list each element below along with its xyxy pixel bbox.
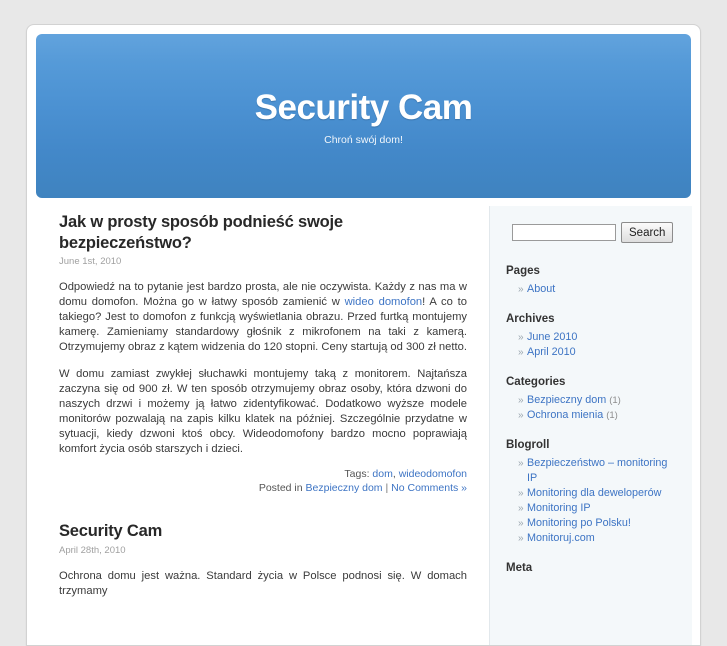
post-date: April 28th, 2010 [59, 544, 126, 556]
list-item: » June 2010 [518, 330, 678, 345]
post-title-link[interactable]: Jak w prosty sposób podnieść swoje bezpi… [59, 213, 343, 252]
widget-title: Meta [506, 562, 533, 574]
list-item: » Bezpieczeństwo – monitoring IP [518, 456, 678, 486]
category-count: (1) [609, 395, 621, 406]
search-input[interactable] [512, 224, 616, 241]
category-link[interactable]: Bezpieczny dom [306, 482, 383, 494]
post-paragraph: W domu zamiast zwykłej słuchawki montuje… [59, 367, 467, 457]
bullet-icon: » [518, 347, 524, 358]
blogroll-link-3[interactable]: Monitoring IP [527, 502, 591, 514]
sidebar-link-june-2010[interactable]: June 2010 [527, 331, 577, 343]
sidebar-link-ochrona-mienia[interactable]: Ochrona mienia [527, 409, 603, 421]
post-article: Security Cam April 28th, 2010 Ochrona do… [59, 521, 467, 599]
list-item: » Monitoring po Polsku! [518, 516, 678, 531]
sidebar-link-bezpieczny-dom[interactable]: Bezpieczny dom [527, 394, 606, 406]
search-button[interactable]: Search [621, 222, 674, 243]
widget-title: Archives [506, 313, 555, 325]
post-title-link[interactable]: Security Cam [59, 522, 162, 540]
widget-list: » About [506, 282, 678, 297]
bullet-icon: » [518, 395, 524, 406]
bullet-icon: » [518, 503, 524, 514]
list-item: » Monitoring dla deweloperów [518, 486, 678, 501]
post-posted-in-line: Posted in Bezpieczny dom | No Comments » [59, 481, 467, 495]
sidebar-widget-archives: Archives » June 2010 » April 2010 [506, 313, 678, 360]
widget-list: » June 2010 » April 2010 [506, 330, 678, 360]
sidebar-widget-categories: Categories » Bezpieczny dom (1) » Ochrona … [506, 376, 678, 423]
sidebar-widget-meta: Meta [506, 562, 678, 574]
content-column: Jak w prosty sposób podnieść swoje bezpi… [27, 206, 489, 645]
list-item: » Monitoruj.com [518, 531, 678, 546]
post-date: June 1st, 2010 [59, 256, 122, 268]
post-paragraph: Ochrona domu jest ważna. Standard życia … [59, 569, 467, 597]
sidebar-link-about[interactable]: About [527, 283, 555, 295]
site-description: Chroń swój dom! [324, 133, 403, 146]
post-title[interactable]: Security Cam [59, 521, 467, 542]
comments-link[interactable]: No Comments » [391, 482, 467, 494]
bullet-icon: » [518, 410, 524, 421]
list-item: » Bezpieczny dom (1) [518, 393, 678, 408]
widget-title: Pages [506, 265, 540, 277]
search-form: Search [506, 222, 678, 243]
bullet-icon: » [518, 488, 524, 499]
category-count: (1) [606, 410, 618, 421]
paragraph-text-pre: W domu zamiast zwykłej słuchawki montuje… [59, 368, 467, 456]
tag-link-dom[interactable]: dom [372, 468, 392, 480]
post-article: Jak w prosty sposób podnieść swoje bezpi… [59, 212, 467, 495]
sidebar-widget-pages: Pages » About [506, 265, 678, 297]
meta-separator: | [385, 482, 389, 495]
page-container: Security Cam Chroń swój dom! Jak w prost… [26, 24, 701, 646]
sidebar: Search Pages » About Archives » June 2010 … [489, 206, 692, 645]
posted-in-label: Posted in [258, 482, 303, 495]
blogroll-link-5[interactable]: Monitoruj.com [527, 532, 595, 544]
sidebar-widget-blogroll: Blogroll » Bezpieczeństwo – monitoring IP… [506, 439, 678, 546]
post-meta: Tags: dom, wideodomofon Posted in Bezpie… [59, 467, 467, 495]
post-paragraph: Odpowiedź na to pytanie jest bardzo pros… [59, 280, 467, 355]
widget-list: » Bezpieczny dom (1) » Ochrona mienia (1) [506, 393, 678, 423]
post-title[interactable]: Jak w prosty sposób podnieść swoje bezpi… [59, 212, 467, 253]
bullet-icon: » [518, 518, 524, 529]
blogroll-link-4[interactable]: Monitoring po Polsku! [527, 517, 631, 529]
list-item: » April 2010 [518, 345, 678, 360]
post-tags-line: Tags: dom, wideodomofon [59, 467, 467, 481]
blogroll-link-2[interactable]: Monitoring dla deweloperów [527, 487, 661, 499]
tags-label: Tags: [344, 468, 370, 481]
tag-link-wideodomofon[interactable]: wideodomofon [399, 468, 467, 480]
post-body: Ochrona domu jest ważna. Standard życia … [59, 569, 467, 599]
main-row: Jak w prosty sposób podnieść swoje bezpi… [27, 206, 700, 645]
list-item: » Ochrona mienia (1) [518, 408, 678, 423]
tag-comma: , [392, 468, 396, 481]
post-body: Odpowiedź na to pytanie jest bardzo pros… [59, 280, 467, 457]
widget-title: Categories [506, 376, 566, 388]
sidebar-link-april-2010[interactable]: April 2010 [527, 346, 576, 358]
list-item: » Monitoring IP [518, 501, 678, 516]
blogroll-link-1[interactable]: Bezpieczeństwo – monitoring IP [527, 457, 667, 484]
bullet-icon: » [518, 332, 524, 343]
widget-title: Blogroll [506, 439, 550, 451]
bullet-icon: » [518, 533, 524, 544]
site-title[interactable]: Security Cam [36, 34, 691, 128]
widget-list: » Bezpieczeństwo – monitoring IP » Monitor… [506, 456, 678, 546]
bullet-icon: » [518, 284, 524, 295]
site-header-banner: Security Cam Chroń swój dom! [36, 34, 691, 198]
list-item: » About [518, 282, 678, 297]
inline-link-wideo-domofon[interactable]: wideo domofon [345, 296, 423, 308]
bullet-icon: » [518, 458, 524, 469]
